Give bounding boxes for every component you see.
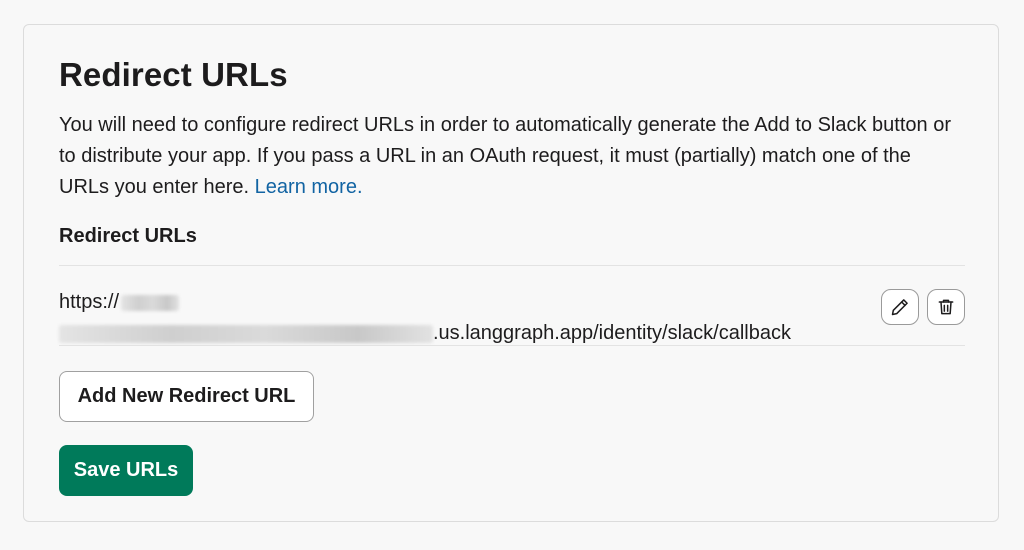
url-line-1: https:// (59, 287, 859, 318)
redacted-host-part (121, 294, 180, 311)
redirect-url-value: https:// .us.langgraph.app/identity/slac… (59, 287, 859, 349)
redirect-urls-panel: Redirect URLs You will need to configure… (23, 24, 999, 522)
divider (59, 345, 965, 346)
add-redirect-url-button[interactable]: Add New Redirect URL (59, 371, 314, 422)
url-prefix: https:// (59, 291, 120, 313)
redirect-url-row: https:// .us.langgraph.app/identity/slac… (59, 287, 965, 347)
save-urls-button[interactable]: Save URLs (59, 445, 193, 496)
delete-url-button[interactable] (927, 289, 965, 325)
description-text: You will need to configure redirect URLs… (59, 114, 952, 198)
panel-title: Redirect URLs (59, 56, 288, 93)
panel-description: You will need to configure redirect URLs… (59, 110, 959, 203)
pencil-icon (891, 299, 908, 316)
edit-url-button[interactable] (881, 289, 919, 325)
learn-more-link[interactable]: Learn more. (255, 176, 363, 198)
divider (59, 265, 965, 266)
url-suffix: .us.langgraph.app/identity/slack/callbac… (433, 322, 791, 344)
trash-icon (938, 299, 954, 315)
redirect-urls-section-label: Redirect URLs (59, 225, 197, 247)
redacted-host-id (59, 324, 433, 343)
